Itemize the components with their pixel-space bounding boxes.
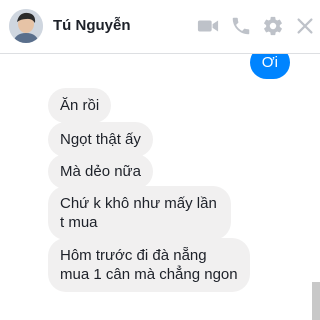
message-incoming[interactable]: Ăn rồi <box>48 88 112 123</box>
message-incoming[interactable]: Mà dẻo nữa <box>48 154 153 189</box>
message-incoming[interactable]: Hôm trước đi đà nẵng mua 1 cân mà chẳng … <box>48 238 250 292</box>
close-icon[interactable] <box>294 15 316 37</box>
contact-avatar[interactable] <box>9 9 43 43</box>
message-list[interactable]: Ơi Ăn rồi Ngọt thật ấy Mà dẻo nữa Chứ k … <box>0 54 320 320</box>
settings-gear-icon[interactable] <box>262 15 284 37</box>
message-incoming[interactable]: Ngọt thật ấy <box>48 122 153 157</box>
message-outgoing[interactable]: Ơi <box>249 54 290 79</box>
phone-call-icon[interactable] <box>230 15 252 37</box>
chat-header: Tú Nguyễn <box>0 0 320 54</box>
scrollbar-thumb[interactable] <box>312 282 320 320</box>
video-call-icon[interactable] <box>197 15 219 37</box>
message-incoming[interactable]: Chứ k khô như mấy lần t mua <box>48 186 231 240</box>
contact-name[interactable]: Tú Nguyễn <box>53 17 131 34</box>
